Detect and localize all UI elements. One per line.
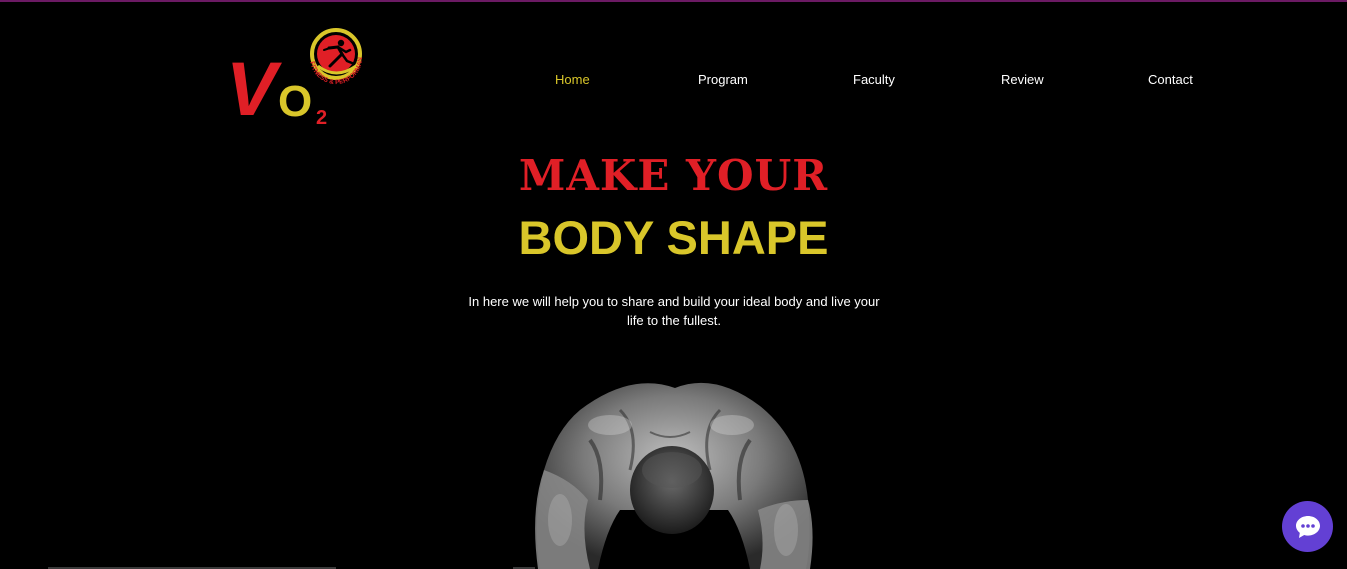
main-nav: Home Program Faculty Review Contact bbox=[0, 72, 1347, 90]
nav-item-program[interactable]: Program bbox=[698, 72, 748, 87]
bodybuilder-graphic bbox=[535, 382, 813, 569]
chat-bubble-icon bbox=[1295, 515, 1320, 538]
page: V O 2 FITNESS & PERFORMANCE bbox=[0, 0, 1347, 569]
nav-item-home[interactable]: Home bbox=[555, 72, 590, 87]
nav-item-faculty[interactable]: Faculty bbox=[853, 72, 895, 87]
nav-item-contact[interactable]: Contact bbox=[1148, 72, 1193, 87]
nav-item-review[interactable]: Review bbox=[1001, 72, 1044, 87]
chat-button[interactable] bbox=[1282, 501, 1333, 552]
hero-description: In here we will help you to share and bu… bbox=[458, 292, 890, 330]
hero-title-line1: MAKE YOUR bbox=[518, 151, 829, 200]
hero-title-line2: BODY SHAPE bbox=[518, 211, 829, 264]
bodybuilder-image bbox=[510, 370, 830, 569]
hero-description-line1: In here we will help you to share and bu… bbox=[468, 294, 880, 309]
top-border bbox=[0, 0, 1347, 2]
hero-description-line2: life to the fullest. bbox=[627, 313, 721, 328]
logo-subscript: 2 bbox=[316, 107, 327, 126]
